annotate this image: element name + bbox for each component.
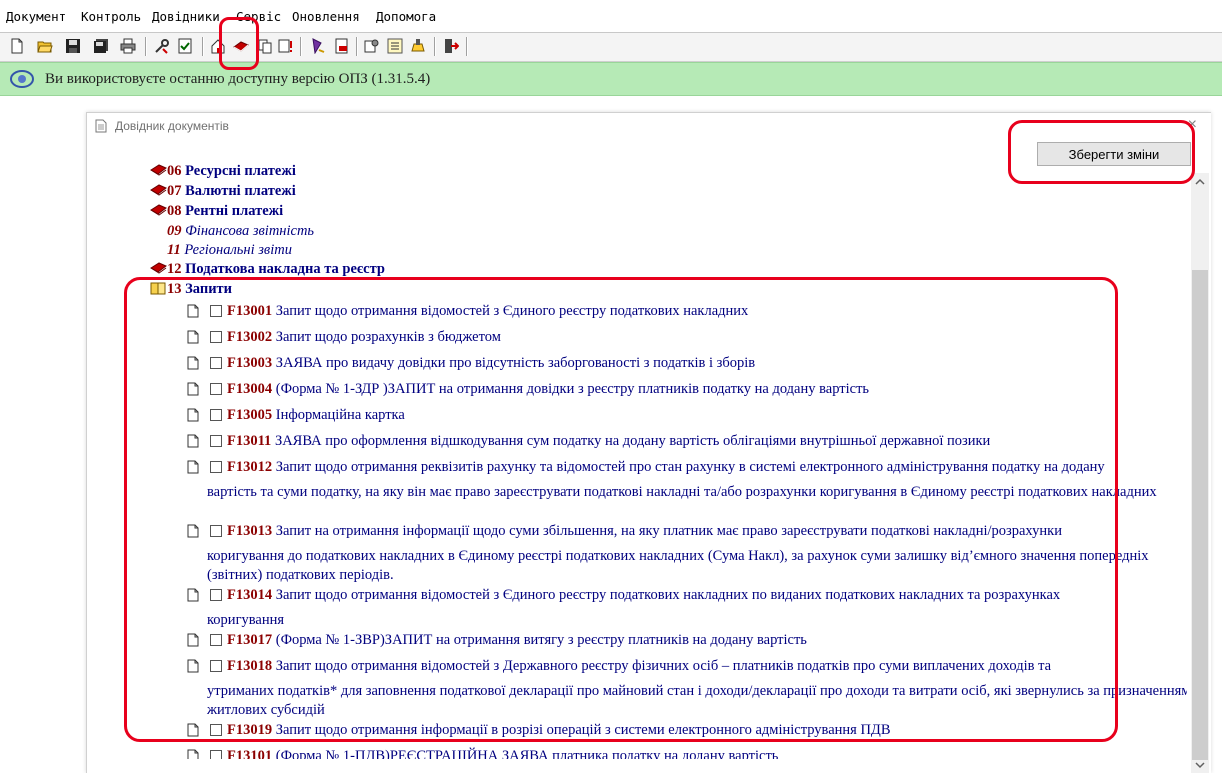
settings-icon[interactable] <box>362 36 382 56</box>
tree-category-11[interactable]: 11 Регіональні звіти <box>167 242 292 259</box>
menu-bar: Документ Контроль Довідники Сервіс Оновл… <box>0 0 1222 33</box>
tree-category-12[interactable]: 12 Податкова накладна та реєстр <box>150 261 385 278</box>
annotation-highlight-toolbar <box>219 17 259 70</box>
update-info-icon <box>10 70 34 88</box>
new-icon[interactable] <box>7 36 27 56</box>
save-all-icon[interactable] <box>91 36 111 56</box>
toolbar-separator <box>202 37 204 56</box>
scrollbar-thumb[interactable] <box>1192 270 1208 760</box>
annotation-highlight-forms <box>124 277 1118 742</box>
exit-icon[interactable] <box>441 36 461 56</box>
tree-category-07[interactable]: 07 Валютні платежі <box>150 183 296 200</box>
menu-directories[interactable]: Довідники <box>152 9 220 24</box>
toolbar-separator <box>145 37 147 56</box>
book-icon <box>150 204 167 216</box>
book-icon <box>150 262 167 274</box>
vertical-scrollbar[interactable] <box>1191 173 1209 773</box>
book-icon <box>150 184 167 196</box>
version-info-text: Ви використовуєте останню доступну версі… <box>45 71 431 87</box>
scroll-down-icon[interactable] <box>1194 759 1206 771</box>
book-icon <box>150 164 167 176</box>
sign-icon[interactable] <box>308 36 328 56</box>
check-icon[interactable] <box>175 36 195 56</box>
toolbar-separator <box>434 37 436 56</box>
open-icon[interactable] <box>35 36 55 56</box>
doc-alert-icon[interactable] <box>276 36 296 56</box>
list-icon[interactable] <box>385 36 405 56</box>
scroll-up-icon[interactable] <box>1194 176 1206 188</box>
tree-category-08[interactable]: 08 Рентні платежі <box>150 203 283 220</box>
tools-icon[interactable] <box>152 36 172 56</box>
save-icon[interactable] <box>63 36 83 56</box>
tree-category-06[interactable]: 06 Ресурсні платежі <box>150 163 296 180</box>
menu-control[interactable]: Контроль <box>81 9 141 24</box>
version-info-bar: Ви використовуєте останню доступну версі… <box>0 62 1222 96</box>
menu-help[interactable]: Допомога <box>376 9 436 24</box>
tree-category-09[interactable]: 09 Фінансова звітність <box>167 223 314 240</box>
toolbar-separator <box>300 37 302 56</box>
menu-document[interactable]: Документ <box>6 9 66 24</box>
menu-updates[interactable]: Оновлення <box>292 9 360 24</box>
stamp-icon[interactable] <box>408 36 428 56</box>
pdf-icon[interactable] <box>332 36 352 56</box>
print-icon[interactable] <box>118 36 138 56</box>
annotation-highlight-save <box>1008 120 1195 184</box>
toolbar <box>0 33 1222 62</box>
toolbar-separator <box>356 37 358 56</box>
toolbar-separator <box>466 37 468 56</box>
